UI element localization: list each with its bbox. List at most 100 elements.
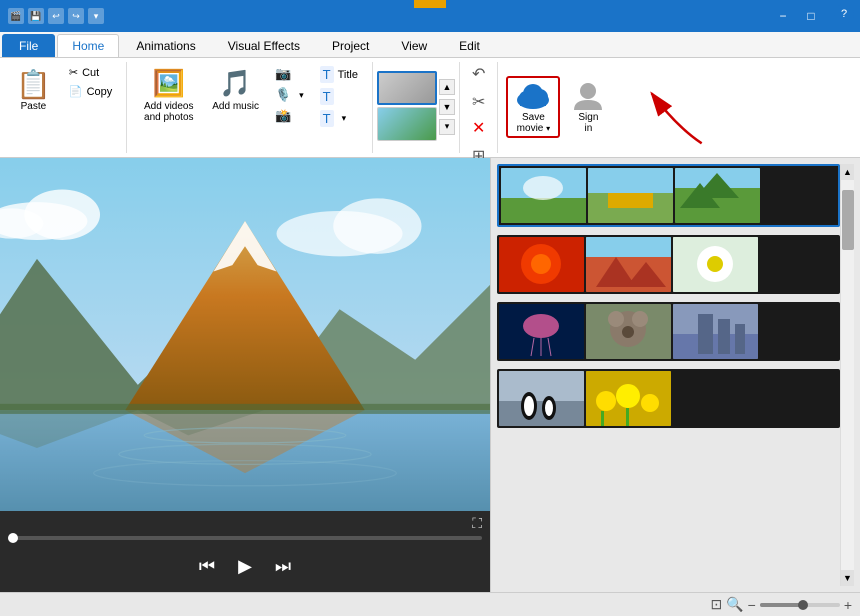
scroll-up-button[interactable]: ▲ [841, 164, 854, 180]
zoom-in-button[interactable]: + [844, 597, 852, 613]
skip-back-button[interactable]: ⏮ [193, 552, 221, 580]
add-content: 🖼️ Add videos and photos 🎵 Add music 📷 🎙… [135, 62, 364, 151]
maximize-button[interactable]: □ [798, 6, 824, 26]
ribbon-group-clipboard: 📋 Paste ✂ Cut 📄 Copy [0, 62, 127, 153]
title-bar: 🎬 💾 ↩ ↪ ▾ − □ ✕ [0, 0, 860, 32]
sign-in-icon [570, 80, 606, 112]
tab-home[interactable]: Home [57, 34, 119, 57]
film-thumb-2-2[interactable] [586, 237, 671, 292]
video-preview-panel: ⛶ ⏮ ▶ ⏭ [0, 158, 490, 592]
theme-scroll-arrows: ▲ ▼ ▾ [439, 79, 455, 135]
ribbon: 📋 Paste ✂ Cut 📄 Copy 🖼️ Add videos and p… [0, 58, 860, 158]
video-tools-label [414, 0, 446, 8]
zoom-fill [760, 603, 800, 607]
film-thumb-4-2[interactable] [586, 371, 671, 426]
cut-button[interactable]: ✂ Cut [63, 64, 118, 81]
film-strip-1[interactable] [497, 164, 840, 227]
rotate-right-button[interactable]: ✕ [468, 116, 489, 140]
scroll-down-button[interactable]: ▼ [841, 570, 854, 586]
title-bar-left: 🎬 💾 ↩ ↪ ▾ [8, 8, 110, 24]
film-thumb-1-2[interactable] [588, 168, 673, 223]
save-icon[interactable]: 💾 [28, 8, 44, 24]
sign-in-button[interactable]: Sign in [564, 76, 612, 138]
video-frame [0, 158, 490, 511]
film-thumb-3-2[interactable] [586, 304, 671, 359]
main-content: ⛶ ⏮ ▶ ⏭ [0, 158, 860, 592]
cut-icon: ✂ [69, 66, 78, 79]
tab-animations[interactable]: Animations [121, 34, 210, 57]
caption-button[interactable]: T [314, 86, 364, 107]
redo-icon[interactable]: ↪ [68, 8, 84, 24]
title-button[interactable]: T Title [314, 64, 364, 85]
theme-thumb-1[interactable] [377, 71, 437, 105]
save-movie-icon [512, 80, 554, 112]
tab-project[interactable]: Project [317, 34, 384, 57]
automovie-label [377, 151, 455, 153]
paste-button[interactable]: 📋 Paste [8, 64, 59, 116]
zoom-icon[interactable]: 🔍 [726, 596, 743, 613]
skip-forward-button[interactable]: ⏭ [269, 552, 297, 580]
record-narration-button[interactable]: 🎙️ ▾ [269, 85, 310, 105]
help-button[interactable]: ? [834, 4, 854, 24]
scroll-down-arrow[interactable]: ▼ [439, 99, 455, 115]
fullscreen-button[interactable]: ⛶ [472, 515, 482, 532]
film-thumb-3-3[interactable] [673, 304, 758, 359]
quick-access-icon[interactable]: 🎬 [8, 8, 24, 24]
copy-button[interactable]: 📄 Copy [63, 83, 118, 100]
minimize-button[interactable]: − [770, 6, 796, 26]
zoom-out-button[interactable]: − [748, 597, 756, 613]
webcam-icon: 📷 [275, 66, 291, 82]
ribbon-group-add: 🖼️ Add videos and photos 🎵 Add music 📷 🎙… [127, 62, 373, 153]
mic-icon: 🎙️ [275, 87, 291, 103]
scroll-more-arrow[interactable]: ▾ [439, 119, 455, 135]
zoom-thumb[interactable] [798, 600, 808, 610]
add-music-button[interactable]: 🎵 Add music [206, 64, 265, 116]
tab-edit[interactable]: Edit [444, 34, 495, 57]
dropdown-icon[interactable]: ▾ [88, 8, 104, 24]
undo-icon[interactable]: ↩ [48, 8, 64, 24]
share-label [506, 151, 612, 153]
video-controls-bar: ⛶ [0, 511, 490, 544]
scroll-track[interactable] [841, 180, 854, 570]
save-movie-button[interactable]: Save movie ▾ [506, 76, 560, 138]
film-thumb-1-1[interactable] [501, 168, 586, 223]
film-strip-4[interactable] [497, 369, 840, 428]
ribbon-tabs: File Home Animations Visual Effects Proj… [0, 32, 860, 58]
scroll-up-arrow[interactable]: ▲ [439, 79, 455, 95]
film-thumb-3-1[interactable] [499, 304, 584, 359]
scrollbar[interactable]: ▲ ▼ [840, 164, 854, 586]
progress-thumb[interactable] [8, 533, 18, 543]
film-thumb-2-3[interactable] [673, 237, 758, 292]
film-strip-2[interactable] [497, 235, 840, 294]
rotate-right-icon: ✕ [472, 118, 485, 138]
film-strips-container [497, 164, 840, 586]
progress-bar[interactable] [8, 536, 482, 540]
share-content: Save movie ▾ Sign in [506, 62, 612, 151]
film-thumb-2-1[interactable] [499, 237, 584, 292]
tab-view[interactable]: View [386, 34, 442, 57]
zoom-slider[interactable] [760, 603, 840, 607]
scroll-thumb[interactable] [842, 190, 854, 250]
tab-file[interactable]: File [2, 34, 55, 57]
webcam-video-button[interactable]: 📷 [269, 64, 310, 84]
trim-button[interactable]: ✂ [468, 90, 489, 114]
film-strip-3[interactable] [497, 302, 840, 361]
film-thumb-4-1[interactable] [499, 371, 584, 426]
add-col-2: 📷 🎙️ ▾ 📸 [269, 64, 310, 126]
rotate-left-button[interactable]: ↶ [468, 62, 489, 86]
play-button[interactable]: ▶ [229, 550, 261, 582]
video-scene [0, 158, 490, 511]
editing-content: ↶ ✂ ✕ ⊞ [468, 62, 489, 168]
snapshot-button[interactable]: 📸 [269, 106, 310, 126]
film-panel: ▲ ▼ [491, 158, 860, 592]
playback-controls: ⏮ ▶ ⏭ [8, 546, 482, 586]
caption-icon: T [320, 88, 334, 105]
add-videos-button[interactable]: 🖼️ Add videos and photos [135, 64, 202, 127]
credits-button[interactable]: T ▾ [314, 108, 364, 129]
tab-visual-effects[interactable]: Visual Effects [213, 34, 315, 57]
ribbon-group-share: Save movie ▾ Sign in [498, 62, 620, 153]
theme-scroll [377, 71, 437, 143]
theme-thumb-2[interactable] [377, 107, 437, 141]
film-thumb-1-3[interactable] [675, 168, 760, 223]
fit-to-screen-button[interactable]: ⊡ [710, 596, 722, 613]
